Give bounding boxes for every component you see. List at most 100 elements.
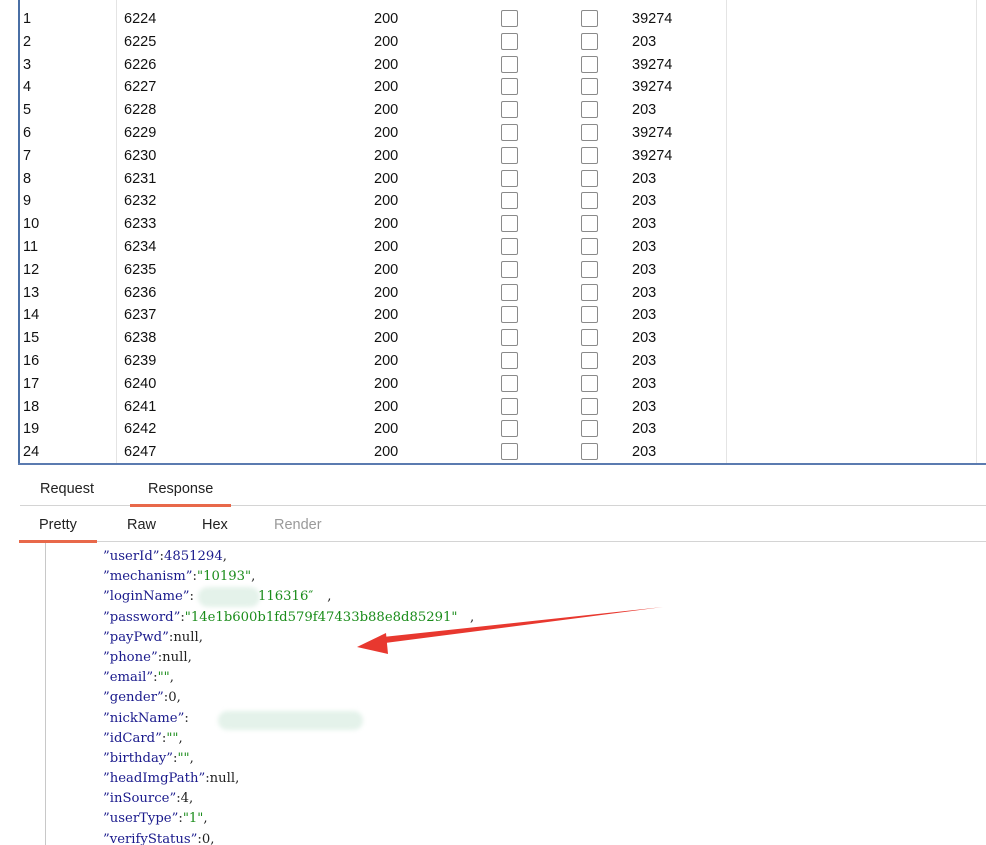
tab-hex[interactable]: Hex: [202, 508, 228, 542]
error-checkbox[interactable]: [501, 306, 518, 324]
table-row[interactable]: 13 6236 200 203: [20, 282, 976, 305]
request-number-cell: 13: [23, 284, 40, 301]
length-cell: 203: [632, 330, 657, 347]
payload-cell: 6229: [124, 124, 157, 141]
request-number-cell: 15: [23, 330, 40, 347]
tab-pretty[interactable]: Pretty: [19, 508, 97, 543]
table-row[interactable]: 24 6247 200 203: [20, 441, 976, 464]
table-row[interactable]: 17 6240 200 203: [20, 373, 976, 396]
json-comma: ,: [187, 649, 192, 665]
tab-response[interactable]: Response: [129, 470, 232, 507]
timeout-checkbox[interactable]: [581, 329, 598, 347]
length-cell: 203: [632, 33, 657, 50]
timeout-checkbox[interactable]: [581, 237, 598, 255]
table-row[interactable]: 3 6226 200 39274: [20, 54, 976, 77]
table-row[interactable]: 10 6233 200 203: [20, 213, 976, 236]
json-line: ”payPwd”:null,: [103, 628, 474, 648]
table-row[interactable]: 14 6237 200 203: [20, 304, 976, 327]
table-row[interactable]: 6 6229 200 39274: [20, 122, 976, 145]
error-checkbox[interactable]: [501, 55, 518, 73]
status-code-cell: 200: [374, 330, 399, 347]
error-checkbox[interactable]: [501, 146, 518, 164]
status-code-cell: 200: [374, 375, 399, 392]
length-cell: 39274: [632, 79, 673, 96]
status-code-cell: 200: [374, 124, 399, 141]
status-code-cell: 200: [374, 56, 399, 73]
timeout-checkbox[interactable]: [581, 101, 598, 119]
json-key: ”password”: [103, 609, 181, 625]
json-key: ”userId”: [103, 549, 160, 564]
error-checkbox[interactable]: [501, 78, 518, 96]
view-mode-tabs: Pretty Raw Hex Render: [19, 508, 986, 543]
error-checkbox[interactable]: [501, 101, 518, 119]
payload-cell: 6232: [124, 193, 157, 210]
table-row[interactable]: 1 6224 200 39274: [20, 8, 976, 31]
request-number-cell: 10: [23, 216, 40, 233]
timeout-checkbox[interactable]: [581, 146, 598, 164]
error-checkbox[interactable]: [501, 351, 518, 369]
timeout-checkbox[interactable]: [581, 397, 598, 415]
error-checkbox[interactable]: [501, 237, 518, 255]
tab-raw[interactable]: Raw: [127, 508, 156, 542]
timeout-checkbox[interactable]: [581, 420, 598, 438]
table-row[interactable]: 9 6232 200 203: [20, 190, 976, 213]
timeout-checkbox[interactable]: [581, 306, 598, 324]
length-cell: 203: [632, 216, 657, 233]
timeout-checkbox[interactable]: [581, 169, 598, 187]
error-checkbox[interactable]: [501, 192, 518, 210]
table-row[interactable]: 8 6231 200 203: [20, 168, 976, 191]
table-row[interactable]: 7 6230 200 39274: [20, 145, 976, 168]
tab-render[interactable]: Render: [274, 508, 322, 542]
table-row[interactable]: 12 6235 200 203: [20, 259, 976, 282]
timeout-checkbox[interactable]: [581, 351, 598, 369]
error-checkbox[interactable]: [501, 329, 518, 347]
error-checkbox[interactable]: [501, 397, 518, 415]
json-line: ”birthday”:"",: [103, 749, 474, 769]
timeout-checkbox[interactable]: [581, 443, 598, 461]
request-number-cell: 12: [23, 261, 40, 278]
length-cell: 203: [632, 170, 657, 187]
error-checkbox[interactable]: [501, 123, 518, 141]
length-cell: 203: [632, 352, 657, 369]
table-row[interactable]: 5 6228 200 203: [20, 99, 976, 122]
timeout-checkbox[interactable]: [581, 283, 598, 301]
table-bottom-border: [18, 463, 986, 465]
table-row[interactable]: 15 6238 200 203: [20, 327, 976, 350]
status-code-cell: 200: [374, 147, 399, 164]
timeout-checkbox[interactable]: [581, 260, 598, 278]
json-key: ”phone”: [103, 649, 158, 665]
table-row[interactable]: 2 6225 200 203: [20, 31, 976, 54]
error-checkbox[interactable]: [501, 443, 518, 461]
error-checkbox[interactable]: [501, 215, 518, 233]
table-row[interactable]: 4 6227 200 39274: [20, 76, 976, 99]
timeout-checkbox[interactable]: [581, 192, 598, 210]
json-line: ”loginName”: 116316″ ,: [103, 587, 474, 608]
table-row[interactable]: 19 6242 200 203: [20, 418, 976, 441]
table-row[interactable]: 11 6234 200 203: [20, 236, 976, 259]
table-row[interactable]: 16 6239 200 203: [20, 350, 976, 373]
timeout-checkbox[interactable]: [581, 78, 598, 96]
table-row[interactable]: 18 6241 200 203: [20, 396, 976, 419]
error-checkbox[interactable]: [501, 283, 518, 301]
error-checkbox[interactable]: [501, 32, 518, 50]
timeout-checkbox[interactable]: [581, 55, 598, 73]
timeout-checkbox[interactable]: [581, 123, 598, 141]
tab-request[interactable]: Request: [40, 470, 94, 506]
payload-cell: 6239: [124, 352, 157, 369]
json-line: ”inSource”:4,: [103, 789, 474, 809]
response-body-editor[interactable]: ”userId”:4851294, ”mechanism”:"10193", ”lo…: [20, 543, 986, 845]
timeout-checkbox[interactable]: [581, 32, 598, 50]
request-number-cell: 19: [23, 421, 40, 438]
error-checkbox[interactable]: [501, 260, 518, 278]
error-checkbox[interactable]: [501, 10, 518, 27]
error-checkbox[interactable]: [501, 374, 518, 392]
json-comma: ,: [176, 690, 181, 706]
error-checkbox[interactable]: [501, 420, 518, 438]
json-line: ”email”:"",: [103, 668, 474, 688]
timeout-checkbox[interactable]: [581, 215, 598, 233]
length-cell: 39274: [632, 124, 673, 141]
timeout-checkbox[interactable]: [581, 374, 598, 392]
column-divider: [976, 0, 977, 463]
error-checkbox[interactable]: [501, 169, 518, 187]
timeout-checkbox[interactable]: [581, 10, 598, 27]
